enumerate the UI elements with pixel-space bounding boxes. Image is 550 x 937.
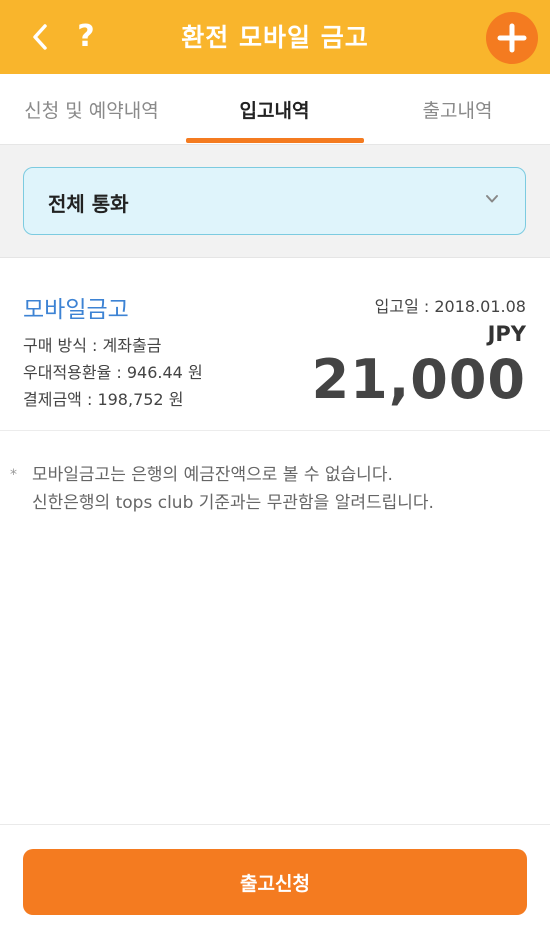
divider [0,257,550,258]
app-header: ? 환전 모바일 금고 [0,0,550,74]
divider [0,824,550,825]
chevron-down-icon [486,195,498,203]
tab-bar: 신청 및 예약내역 입고내역 출고내역 [0,74,550,145]
deposit-date: 입고일 : 2018.01.08 [374,297,526,316]
page-title: 환전 모바일 금고 [181,23,369,52]
currency-code: JPY [487,322,526,346]
divider [0,430,550,431]
tab-deposit-history[interactable]: 입고내역 [183,74,366,144]
purchase-method: 구매 방식 : 계좌출금 [23,336,162,355]
deposit-amount: 21,000 [311,348,526,411]
currency-dropdown[interactable]: 전체 통화 [23,167,526,235]
payment-amount: 결제금액 : 198,752 원 [23,390,184,409]
active-tab-indicator [186,138,364,143]
withdraw-request-button[interactable]: 출고신청 [23,849,527,915]
tab-withdrawal-history[interactable]: 출고내역 [366,74,549,144]
notice-bullet: * [10,467,17,483]
add-button[interactable] [486,12,538,64]
tab-application-history[interactable]: 신청 및 예약내역 [0,74,183,144]
record-title: 모바일금고 [23,297,129,323]
currency-dropdown-label: 전체 통화 [48,192,129,216]
plus-icon [497,23,527,53]
filter-area: 전체 통화 [0,145,550,257]
preferential-rate: 우대적용환율 : 946.44 원 [23,363,203,382]
notice-line-1: 모바일금고는 은행의 예금잔액으로 볼 수 없습니다. [32,465,393,485]
notice-line-2: 신한은행의 tops club 기준과는 무관함을 알려드립니다. [32,493,434,513]
